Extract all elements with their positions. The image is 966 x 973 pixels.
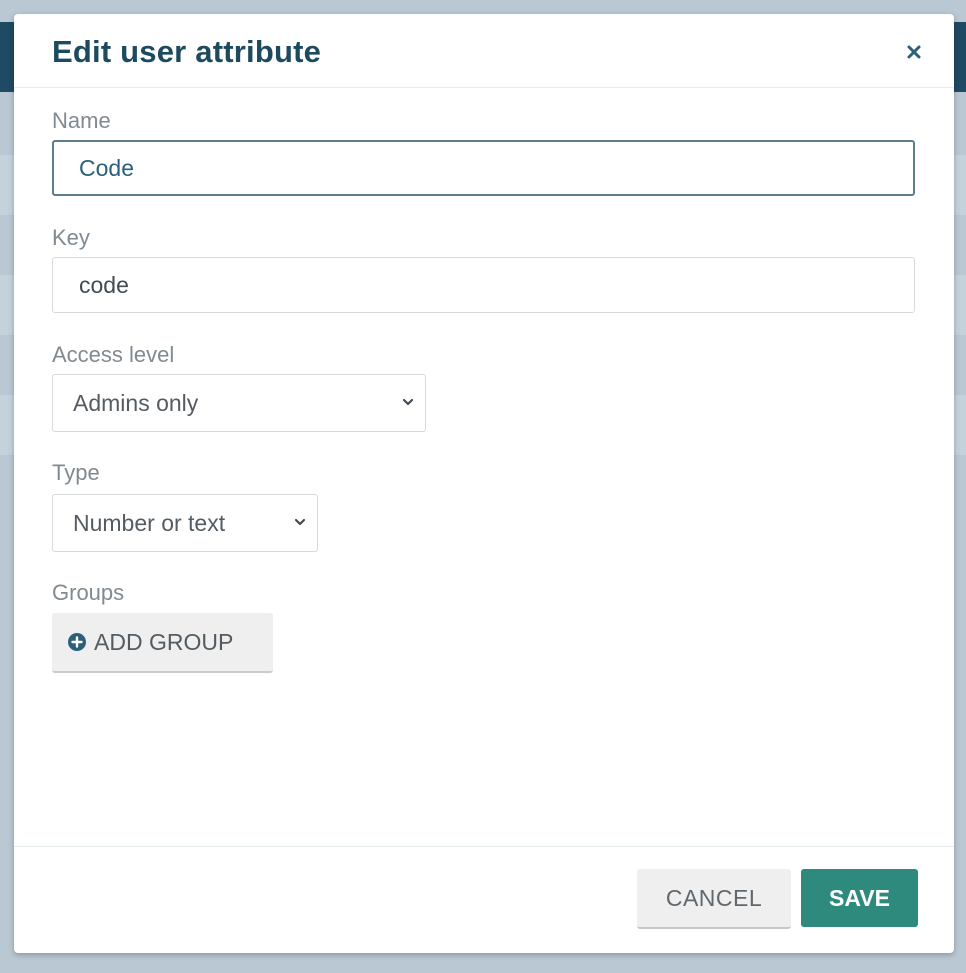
dialog-footer: CANCEL SAVE [14,846,954,953]
chevron-down-icon [294,518,306,526]
dialog-title: Edit user attribute [52,34,322,69]
name-input[interactable] [52,140,915,196]
cancel-button[interactable]: CANCEL [637,869,791,929]
dialog-header: Edit user attribute [14,14,954,88]
type-label: Type [52,460,100,485]
chevron-down-icon [402,398,414,406]
key-input[interactable] [52,257,915,313]
access-level-select[interactable]: Admins only [52,374,426,432]
access-level-value: Admins only [73,389,199,416]
type-select[interactable]: Number or text [52,494,318,552]
name-label: Name [52,108,111,133]
close-button[interactable] [900,38,928,66]
add-group-button[interactable]: ADD GROUP [52,613,273,673]
access-level-label: Access level [52,342,175,367]
groups-label: Groups [52,580,125,605]
edit-user-attribute-dialog: Edit user attribute Name Key Access leve… [14,14,954,953]
save-button[interactable]: SAVE [801,869,918,927]
plus-circle-icon [68,633,86,651]
type-value: Number or text [73,509,226,536]
add-group-label: ADD GROUP [94,628,234,655]
key-label: Key [52,225,90,250]
close-icon [907,45,921,59]
